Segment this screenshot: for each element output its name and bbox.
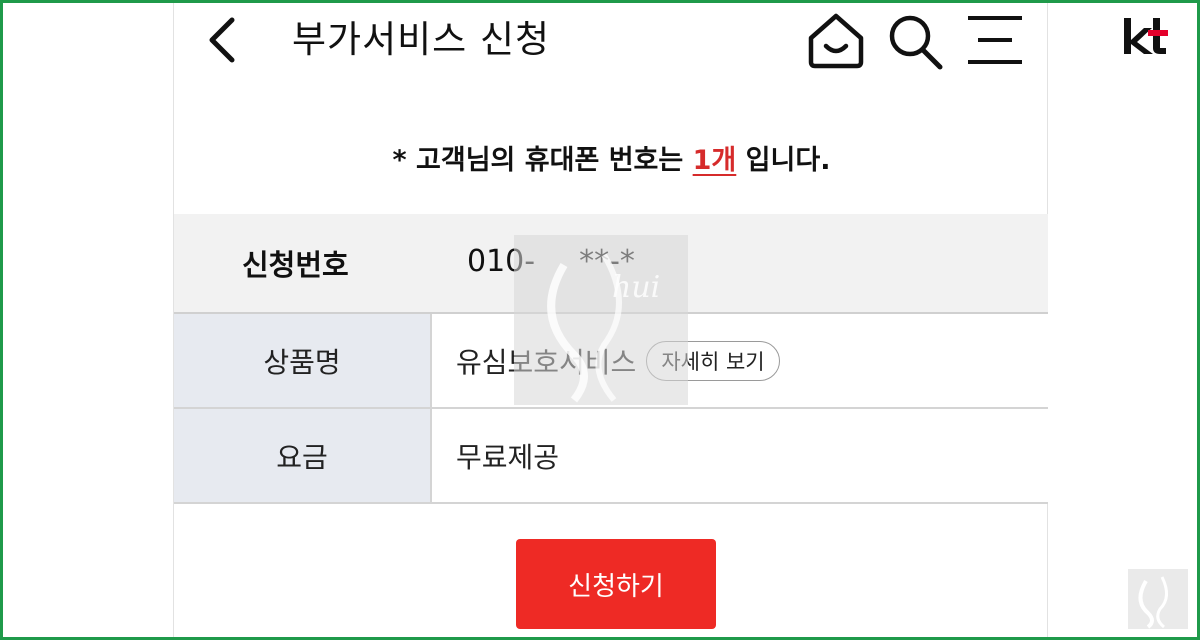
fee-label: 요금	[174, 409, 432, 502]
menu-icon[interactable]	[964, 12, 1026, 68]
product-name-label: 상품명	[174, 314, 432, 407]
application-number-label: 신청번호	[242, 248, 349, 282]
notice-suffix: 입니다.	[736, 145, 831, 176]
chevron-left-icon[interactable]	[204, 14, 244, 66]
service-info-table: 상품명 유심보호서비스 자세히 보기 요금 무료제공	[174, 314, 1048, 504]
search-icon[interactable]	[884, 10, 946, 70]
application-number-value: 010- **-*	[467, 244, 635, 279]
product-name-cell: 유심보호서비스 자세히 보기	[432, 314, 1048, 407]
view-details-button[interactable]: 자세히 보기	[646, 340, 780, 381]
product-name-value: 유심보호서비스	[456, 345, 637, 379]
kt-logo	[1124, 18, 1168, 54]
table-row-fee: 요금 무료제공	[174, 409, 1048, 504]
mobile-screen: 부가서비스 신청 * 고객님의 휴대폰 번호는 1개 입니다. 신청번호 010…	[173, 0, 1048, 640]
number-masked: **-*	[579, 244, 635, 279]
page-title: 부가서비스 신청	[292, 18, 551, 61]
home-icon[interactable]	[805, 10, 867, 70]
number-prefix: 010-	[467, 244, 536, 279]
application-number-row: 신청번호 010- **-*	[174, 214, 1048, 314]
fee-value: 무료제공	[432, 409, 1048, 502]
watermark-corner-logo	[1128, 569, 1188, 629]
notice-prefix: * 고객님의 휴대폰 번호는	[392, 145, 693, 176]
phone-count: 1개	[692, 145, 737, 176]
phone-count-notice: * 고객님의 휴대폰 번호는 1개 입니다.	[174, 138, 1049, 177]
apply-button[interactable]: 신청하기	[516, 539, 716, 629]
table-row-product: 상품명 유심보호서비스 자세히 보기	[174, 314, 1048, 409]
